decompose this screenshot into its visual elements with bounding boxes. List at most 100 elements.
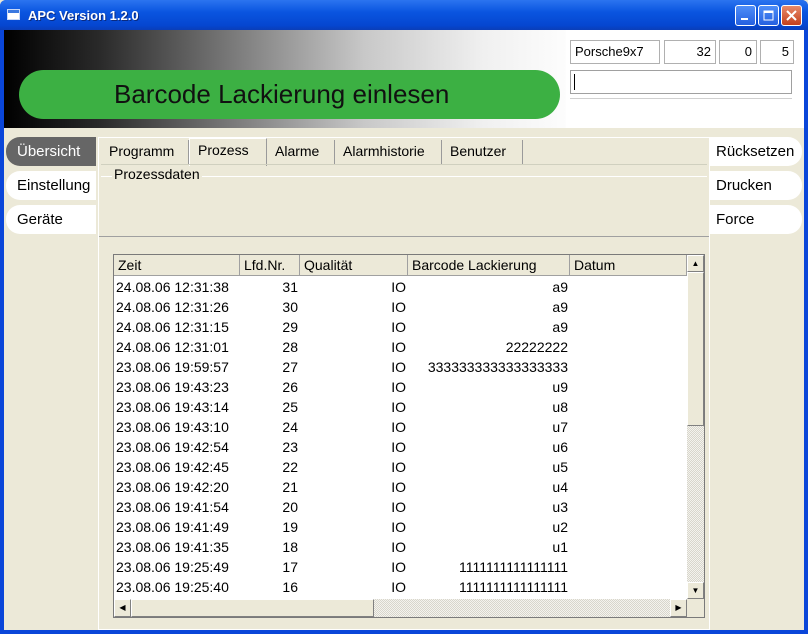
nav-uebersicht[interactable]: Übersicht	[6, 137, 96, 166]
cell-qualitaet: IO	[391, 479, 406, 495]
cell-zeit: 23.08.06 19:42:54	[116, 439, 229, 455]
table-row[interactable]: 23.08.06 19:42:45 22 IO u5	[114, 457, 687, 477]
table-row[interactable]: 24.08.06 12:31:38 31 IO a9	[114, 277, 687, 297]
table-row[interactable]: 24.08.06 12:31:15 29 IO a9	[114, 317, 687, 337]
tab-bar: Programm Prozess Alarme Alarmhistorie Be…	[99, 138, 709, 166]
cell-barcode: a9	[552, 299, 568, 315]
minimize-button[interactable]	[735, 5, 756, 26]
cell-barcode: 1111111111111111	[459, 559, 568, 575]
table-row[interactable]: 23.08.06 19:43:14 25 IO u8	[114, 397, 687, 417]
nav-einstellung[interactable]: Einstellung	[6, 171, 96, 200]
scroll-left-button[interactable]: ◀	[114, 599, 131, 617]
cell-lfd-nr: 29	[282, 319, 298, 335]
cell-lfd-nr: 18	[282, 539, 298, 555]
title-bar[interactable]: APC Version 1.2.0	[0, 0, 808, 30]
counter-field-2: 0	[719, 40, 757, 64]
column-header-barcode[interactable]: Barcode Lackierung	[408, 255, 570, 276]
cell-lfd-nr: 31	[282, 279, 298, 295]
cell-qualitaet: IO	[391, 499, 406, 515]
client-area: Barcode Lackierung einlesen Porsche9x7 3…	[4, 30, 804, 630]
cell-qualitaet: IO	[391, 439, 406, 455]
window-title: APC Version 1.2.0	[28, 8, 139, 23]
counter-field-1: 32	[664, 40, 716, 64]
cell-lfd-nr: 30	[282, 299, 298, 315]
cell-zeit: 23.08.06 19:43:10	[116, 419, 229, 435]
cell-zeit: 23.08.06 19:59:57	[116, 359, 229, 375]
cell-barcode: u1	[552, 539, 568, 555]
cell-qualitaet: IO	[391, 459, 406, 475]
cell-qualitaet: IO	[391, 339, 406, 355]
column-header-lfd-nr[interactable]: Lfd.Nr.	[240, 255, 300, 276]
column-header-qualitaet[interactable]: Qualität	[300, 255, 408, 276]
cell-lfd-nr: 24	[282, 419, 298, 435]
cell-barcode: a9	[552, 279, 568, 295]
table-row[interactable]: 23.08.06 19:41:54 20 IO u3	[114, 497, 687, 517]
tab-benutzer[interactable]: Benutzer	[442, 140, 523, 164]
table-row[interactable]: 23.08.06 19:41:49 19 IO u2	[114, 517, 687, 537]
cell-lfd-nr: 25	[282, 399, 298, 415]
close-button[interactable]	[781, 5, 802, 26]
app-icon	[7, 9, 20, 20]
cell-lfd-nr: 26	[282, 379, 298, 395]
cell-zeit: 23.08.06 19:25:49	[116, 559, 229, 575]
cell-barcode: u5	[552, 459, 568, 475]
cell-zeit: 23.08.06 19:42:45	[116, 459, 229, 475]
table-header: Zeit Lfd.Nr. Qualität Barcode Lackierung…	[114, 255, 687, 276]
tab-alarme[interactable]: Alarme	[267, 140, 335, 164]
instruction-banner: Barcode Lackierung einlesen	[19, 70, 560, 119]
print-button[interactable]: Drucken	[710, 171, 802, 200]
table-row[interactable]: 23.08.06 19:43:10 24 IO u7	[114, 417, 687, 437]
cell-qualitaet: IO	[391, 299, 406, 315]
table-row[interactable]: 23.08.06 19:41:35 18 IO u1	[114, 537, 687, 557]
cell-lfd-nr: 22	[282, 459, 298, 475]
status-field	[570, 98, 792, 124]
table-body: 24.08.06 12:31:38 31 IO a9 24.08.06 12:31:26…	[114, 277, 687, 599]
scrollbar-corner	[687, 599, 704, 617]
column-header-zeit[interactable]: Zeit	[114, 255, 240, 276]
cell-barcode: u3	[552, 499, 568, 515]
cell-qualitaet: IO	[391, 379, 406, 395]
cell-lfd-nr: 16	[282, 579, 298, 595]
cell-barcode: u6	[552, 439, 568, 455]
close-icon	[786, 10, 797, 21]
cell-qualitaet: IO	[391, 359, 406, 375]
vertical-scroll-thumb[interactable]	[687, 272, 704, 426]
tab-programm[interactable]: Programm	[101, 140, 189, 164]
vertical-scrollbar[interactable]: ▲ ▼	[687, 255, 704, 599]
table-row[interactable]: 23.08.06 19:43:23 26 IO u9	[114, 377, 687, 397]
scroll-down-button[interactable]: ▼	[687, 582, 704, 599]
horizontal-scroll-thumb[interactable]	[131, 599, 374, 617]
group-title: Prozessdaten	[112, 166, 202, 182]
cell-barcode: 333333333333333333	[427, 359, 568, 375]
reset-button[interactable]: Rücksetzen	[710, 137, 802, 166]
table-row[interactable]: 23.08.06 19:59:57 27 IO 333333333333333333	[114, 357, 687, 377]
table-row[interactable]: 24.08.06 12:31:01 28 IO 22222222	[114, 337, 687, 357]
process-table[interactable]: Zeit Lfd.Nr. Qualität Barcode Lackierung…	[113, 254, 705, 618]
barcode-input[interactable]	[570, 70, 792, 94]
cell-zeit: 24.08.06 12:31:26	[116, 299, 229, 315]
force-button[interactable]: Force	[710, 205, 802, 234]
cell-barcode: a9	[552, 319, 568, 335]
table-row[interactable]: 23.08.06 19:42:20 21 IO u4	[114, 477, 687, 497]
table-row[interactable]: 24.08.06 12:31:26 30 IO a9	[114, 297, 687, 317]
cell-barcode: u8	[552, 399, 568, 415]
cell-zeit: 23.08.06 19:41:49	[116, 519, 229, 535]
maximize-button[interactable]	[758, 5, 779, 26]
nav-geraete[interactable]: Geräte	[6, 205, 96, 234]
cell-zeit: 23.08.06 19:43:14	[116, 399, 229, 415]
horizontal-scrollbar[interactable]: ◀ ▶	[114, 599, 687, 617]
tab-alarmhistorie[interactable]: Alarmhistorie	[335, 140, 442, 164]
column-header-datum[interactable]: Datum	[570, 255, 687, 276]
cell-lfd-nr: 19	[282, 519, 298, 535]
table-row[interactable]: 23.08.06 19:42:54 23 IO u6	[114, 437, 687, 457]
scroll-right-button[interactable]: ▶	[670, 599, 687, 617]
scroll-up-button[interactable]: ▲	[687, 255, 704, 272]
cell-barcode: u9	[552, 379, 568, 395]
table-row[interactable]: 23.08.06 19:25:40 16 IO 1111111111111111	[114, 577, 687, 597]
cell-lfd-nr: 20	[282, 499, 298, 515]
cell-zeit: 23.08.06 19:43:23	[116, 379, 229, 395]
table-row[interactable]: 23.08.06 19:25:49 17 IO 1111111111111111	[114, 557, 687, 577]
cell-zeit: 23.08.06 19:25:40	[116, 579, 229, 595]
cell-barcode: 22222222	[505, 339, 568, 355]
tab-prozess[interactable]: Prozess	[189, 138, 267, 166]
